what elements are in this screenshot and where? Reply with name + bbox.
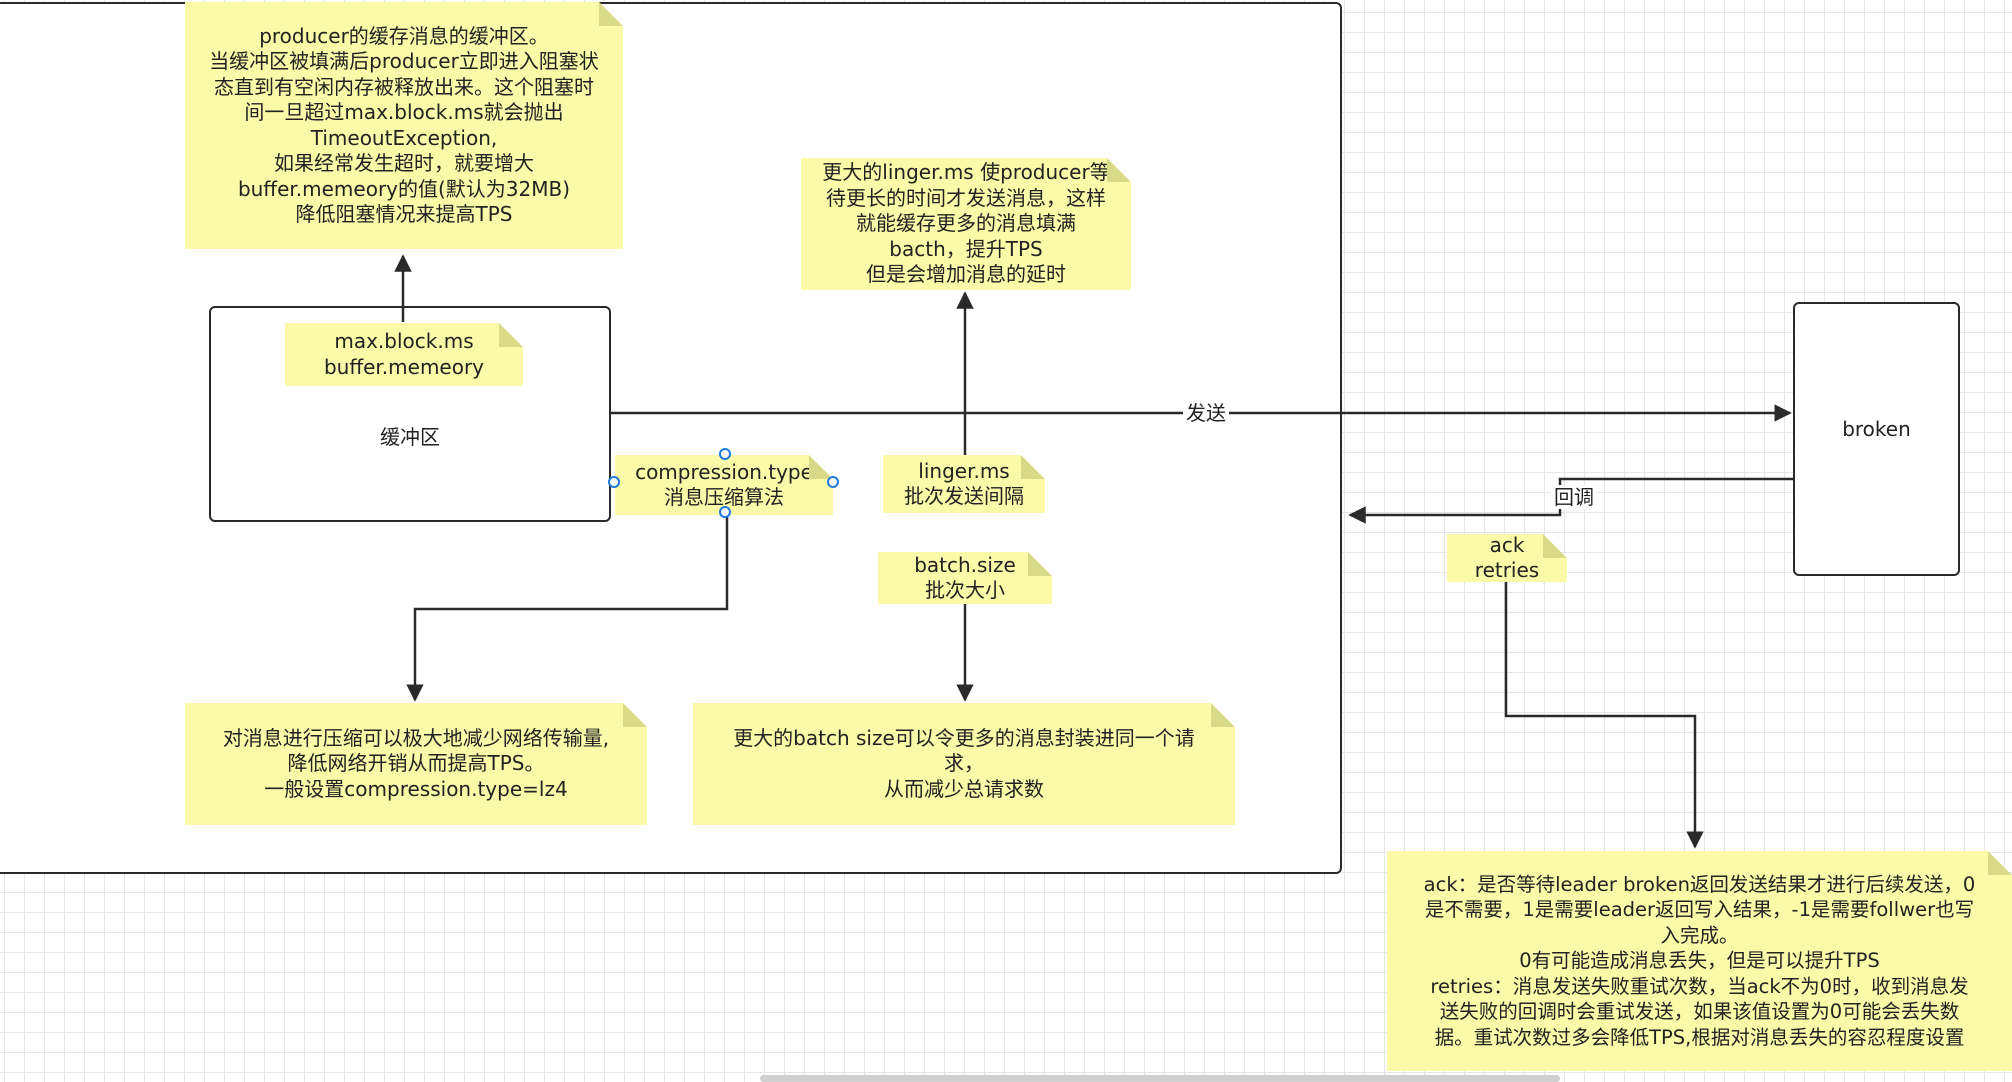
ack-param-note[interactable]: ack retries [1447, 534, 1567, 582]
linger-param-text: linger.ms 批次发送间隔 [904, 458, 1024, 508]
ack-param-text: ack retries [1474, 532, 1540, 582]
batch-param-note[interactable]: batch.size 批次大小 [878, 552, 1052, 604]
linger-param-note[interactable]: linger.ms 批次发送间隔 [883, 455, 1045, 513]
selection-handle-bottom[interactable] [719, 506, 731, 518]
buffer-params-text: max.block.ms buffer.memeory [323, 329, 485, 379]
buffer-desc-note[interactable]: producer的缓存消息的缓冲区。 当缓冲区被填满后producer立即进入阻… [185, 2, 623, 249]
batch-desc-note[interactable]: 更大的batch size可以令更多的消息封装进同一个请 求， 从而减少总请求数 [693, 703, 1235, 825]
buffer-desc-text: producer的缓存消息的缓冲区。 当缓冲区被填满后producer立即进入阻… [209, 23, 599, 226]
ack-desc-text: ack：是否等待leader broken返回发送结果才进行后续发送，0 是不需… [1423, 872, 1976, 1049]
selection-handle-right[interactable] [827, 476, 839, 488]
compression-desc-note[interactable]: 对消息进行压缩可以极大地减少网络传输量, 降低网络开销从而提高TPS。 一般设置… [185, 703, 647, 825]
compression-param-text: compression.type 消息压缩算法 [635, 459, 813, 509]
ack-desc-note[interactable]: ack：是否等待leader broken返回发送结果才进行后续发送，0 是不需… [1387, 851, 2012, 1071]
horizontal-scrollbar[interactable] [760, 1075, 1560, 1082]
selection-handle-top[interactable] [719, 448, 731, 460]
buffer-params-note[interactable]: max.block.ms buffer.memeory [285, 323, 523, 386]
selection-handle-left[interactable] [608, 476, 620, 488]
arrow-ack-down [1504, 582, 1704, 849]
send-label: 发送 [1183, 401, 1229, 425]
batch-desc-text: 更大的batch size可以令更多的消息封装进同一个请 求， 从而减少总请求数 [733, 725, 1195, 801]
callback-label: 回调 [1551, 485, 1597, 509]
batch-param-text: batch.size 批次大小 [914, 552, 1016, 602]
compression-desc-text: 对消息进行压缩可以极大地减少网络传输量, 降低网络开销从而提高TPS。 一般设置… [222, 725, 610, 801]
linger-desc-note[interactable]: 更大的linger.ms 使producer等 待更长的时间才发送消息，这样 就… [801, 158, 1131, 290]
linger-desc-text: 更大的linger.ms 使producer等 待更长的时间才发送消息，这样 就… [822, 160, 1110, 287]
arrow-compression-down [406, 514, 729, 702]
